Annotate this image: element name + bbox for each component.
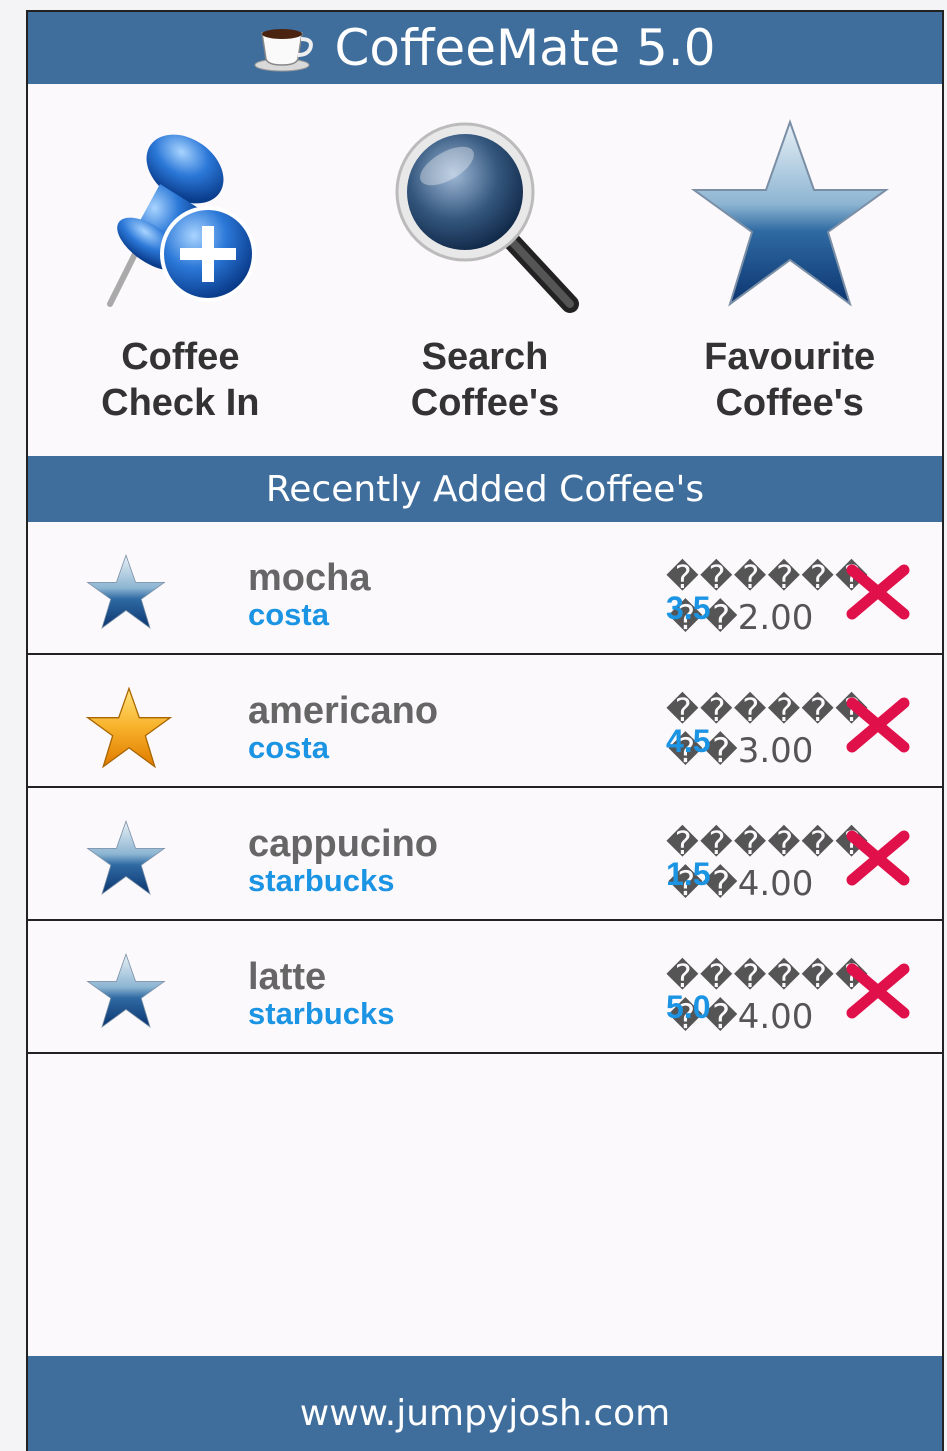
title-bar: CoffeeMate 5.0 <box>28 12 942 84</box>
star-icon[interactable] <box>84 818 168 898</box>
star-icon <box>690 118 889 307</box>
coffee-name: cappucino <box>248 823 439 865</box>
favourite-coffees-label: Favourite Coffee's <box>704 336 876 424</box>
footer-bar: www.jumpyjosh.com <box>28 1356 942 1451</box>
list-item[interactable]: latte starbucks ������ ��4.00 5.0 <box>28 921 942 1054</box>
coffee-shop: starbucks <box>248 996 395 1031</box>
coffee-rating: 5.0 <box>666 989 711 1025</box>
delete-icon[interactable] <box>846 830 910 886</box>
coffee-name: mocha <box>248 557 371 599</box>
list-item[interactable]: cappucino starbucks ������ ��4.00 1.5 <box>28 788 942 921</box>
app-title: CoffeeMate 5.0 <box>334 19 716 77</box>
coffee-name: americano <box>248 690 439 732</box>
favourite-coffees-button[interactable]: Favourite Coffee's <box>637 84 942 456</box>
magnifier-icon <box>395 122 579 313</box>
coffee-check-in-button[interactable]: Coffee Check In <box>28 84 333 456</box>
app-screen: CoffeeMate 5.0 Coffee Check In Search Co… <box>26 10 944 1451</box>
search-coffees-button[interactable]: Search Coffee's <box>333 84 638 456</box>
coffee-check-in-label: Coffee Check In <box>101 336 260 424</box>
coffee-rating: 1.5 <box>666 856 711 892</box>
coffee-cup-icon <box>254 29 314 72</box>
list-item[interactable]: mocha costa ������ ��2.00 3.5 <box>28 522 942 655</box>
star-icon[interactable] <box>84 951 168 1031</box>
coffee-rating: 4.5 <box>666 723 711 759</box>
list-item[interactable]: americano costa ������ ��3.00 4.5 <box>28 655 942 788</box>
recently-added-header: Recently Added Coffee's <box>28 456 942 522</box>
action-menu: Coffee Check In Search Coffee's Favourit… <box>28 84 942 456</box>
footer-link[interactable]: www.jumpyjosh.com <box>300 1393 670 1434</box>
coffee-rating: 3.5 <box>666 590 711 626</box>
search-coffees-label: Search Coffee's <box>410 336 560 424</box>
star-icon[interactable] <box>84 685 174 771</box>
coffee-shop: costa <box>248 730 329 765</box>
delete-icon[interactable] <box>846 697 910 753</box>
coffee-list: mocha costa ������ ��2.00 3.5 americano … <box>28 522 942 1054</box>
star-icon[interactable] <box>84 552 168 632</box>
delete-icon[interactable] <box>846 564 910 620</box>
pushpin-add-icon <box>107 134 257 307</box>
delete-icon[interactable] <box>846 963 910 1019</box>
coffee-name: latte <box>248 956 327 998</box>
coffee-shop: costa <box>248 597 329 632</box>
coffee-shop: starbucks <box>248 863 395 898</box>
